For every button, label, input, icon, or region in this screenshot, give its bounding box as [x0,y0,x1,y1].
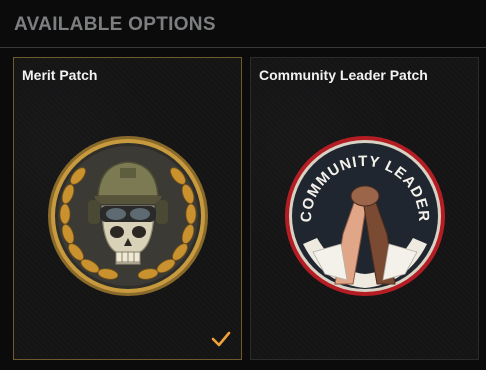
checkmark-icon [211,331,231,347]
option-title: Merit Patch [22,67,98,83]
option-card-community-leader-patch[interactable]: Community Leader Patch COMMUNITY LEADER [250,57,479,360]
option-card-merit-patch[interactable]: Merit Patch [13,57,242,360]
section-title: AVAILABLE OPTIONS [14,14,216,35]
merit-patch-image [48,136,208,296]
options-panel: AVAILABLE OPTIONS Merit Patch Community … [0,0,486,370]
option-title: Community Leader Patch [259,67,428,83]
community-leader-patch-image: COMMUNITY LEADER [285,136,445,296]
header-divider [0,47,486,48]
